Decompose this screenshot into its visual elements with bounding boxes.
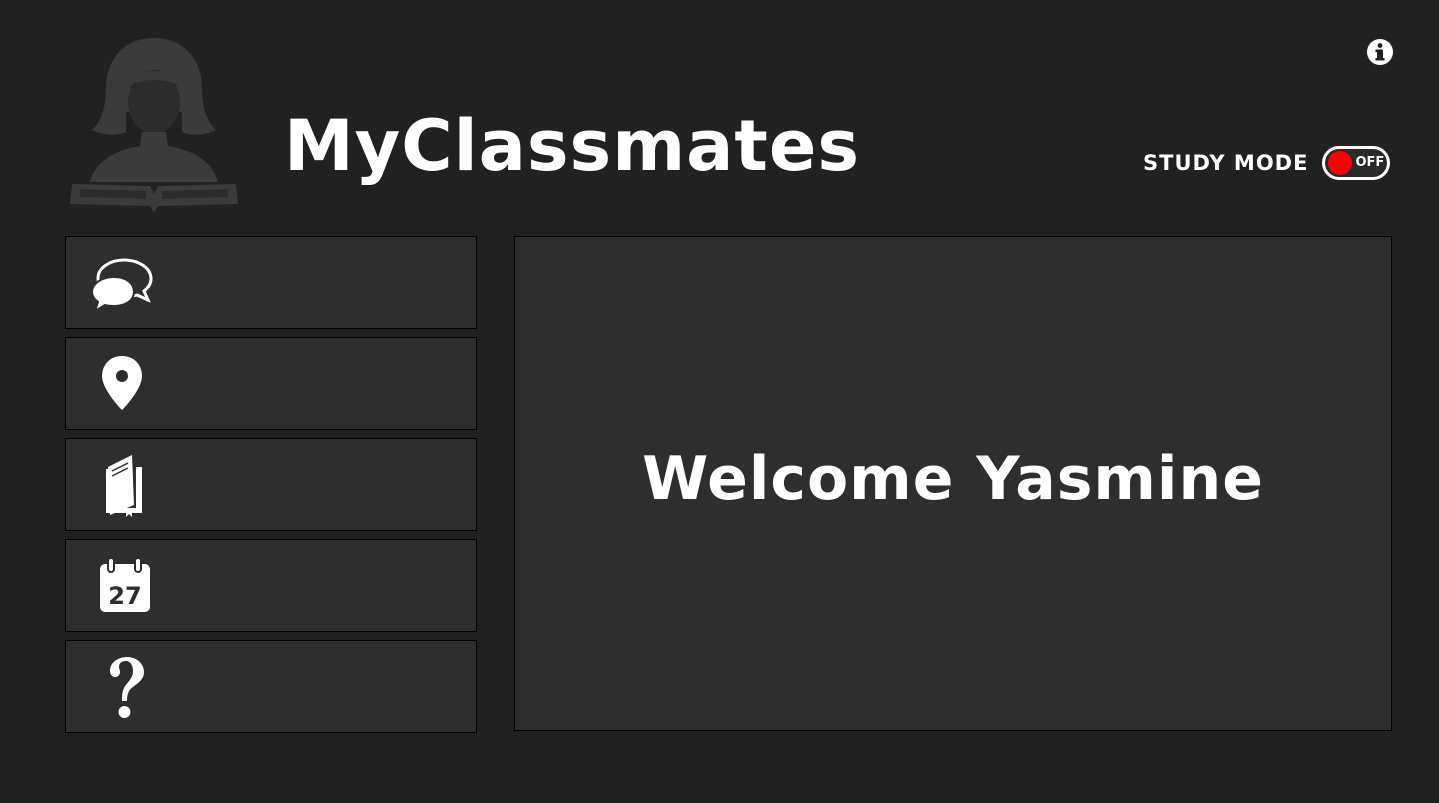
study-mode-control: STUDY MODE OFF	[1143, 143, 1391, 183]
question-mark-icon	[110, 657, 144, 718]
welcome-message: Welcome Yasmine	[642, 443, 1264, 514]
sidebar-item-location[interactable]	[65, 337, 477, 430]
study-mode-toggle[interactable]: OFF	[1322, 146, 1391, 180]
sidebar-item-calendar[interactable]: 27	[65, 539, 477, 632]
student-reading-avatar-icon	[70, 38, 238, 212]
main-content-panel: Welcome Yasmine	[514, 236, 1392, 731]
study-mode-label: STUDY MODE	[1143, 151, 1309, 175]
toggle-knob	[1328, 151, 1353, 175]
sidebar-item-books[interactable]	[65, 438, 477, 531]
info-icon[interactable]	[1366, 38, 1394, 66]
calendar-icon: 27	[100, 557, 150, 612]
chat-bubbles-icon	[90, 258, 153, 314]
app-title: MyClassmates	[284, 105, 860, 187]
sidebar-item-help[interactable]	[65, 640, 477, 733]
toggle-state-text: OFF	[1355, 155, 1385, 170]
sidebar-item-chat[interactable]	[65, 236, 477, 329]
location-pin-icon	[102, 356, 142, 410]
calendar-day-number: 27	[108, 582, 141, 610]
book-icon	[106, 455, 142, 517]
sidebar-nav: 27	[65, 236, 477, 741]
app-window: MyClassmates STUDY MODE OFF 27 Welcome Y…	[0, 0, 1439, 803]
